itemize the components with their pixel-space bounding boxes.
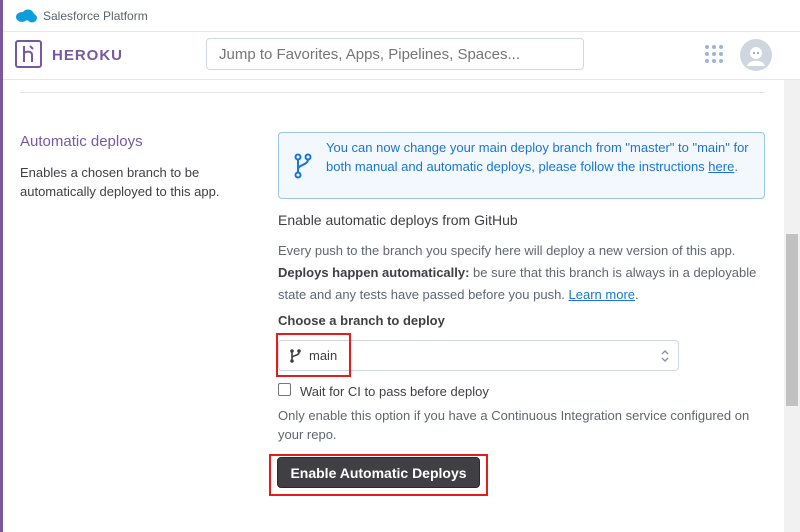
browser-frame: Salesforce Platform HEROKU Automatic dep… bbox=[0, 0, 800, 532]
select-arrows-icon bbox=[661, 350, 669, 362]
user-avatar-icon[interactable] bbox=[740, 39, 772, 71]
heroku-logo-icon[interactable] bbox=[15, 40, 42, 68]
info-banner-text: You can now change your main deploy bran… bbox=[326, 138, 756, 176]
main-content: Automatic deploys Enables a chosen branc… bbox=[3, 80, 784, 532]
github-heading: Enable automatic deploys from GitHub bbox=[278, 212, 518, 228]
learn-more-link[interactable]: Learn more bbox=[569, 287, 635, 302]
salesforce-title: Salesforce Platform bbox=[43, 8, 148, 23]
salesforce-cloud-icon bbox=[16, 9, 37, 22]
apps-grid-icon[interactable] bbox=[704, 44, 724, 64]
heroku-brand[interactable]: HEROKU bbox=[52, 47, 123, 64]
info-banner-message: You can now change your main deploy bran… bbox=[326, 140, 749, 174]
section-divider bbox=[20, 92, 765, 93]
info-banner: You can now change your main deploy bran… bbox=[278, 132, 765, 199]
branch-highlight bbox=[276, 333, 351, 377]
section-title: Automatic deploys bbox=[20, 133, 143, 150]
github-description: Every push to the branch you specify her… bbox=[278, 240, 768, 306]
ci-note: Only enable this option if you have a Co… bbox=[278, 408, 750, 442]
heroku-header: HEROKU bbox=[3, 32, 800, 80]
git-branch-icon bbox=[294, 153, 312, 179]
branch-label: Choose a branch to deploy bbox=[278, 313, 445, 328]
instructions-link[interactable]: here bbox=[708, 159, 734, 174]
enable-automatic-deploys-button[interactable]: Enable Automatic Deploys bbox=[277, 457, 480, 488]
github-bold-note: Deploys happen automatically: bbox=[278, 265, 470, 280]
wait-for-ci-checkbox[interactable] bbox=[278, 383, 291, 396]
scrollbar-thumb[interactable] bbox=[786, 234, 798, 406]
github-intro: Every push to the branch you specify her… bbox=[278, 243, 736, 258]
info-banner-period: . bbox=[734, 159, 738, 174]
learn-period: . bbox=[635, 287, 639, 302]
section-description: Enables a chosen branch to be automatica… bbox=[20, 165, 220, 199]
search-input[interactable] bbox=[206, 38, 584, 70]
wait-for-ci-label[interactable]: Wait for CI to pass before deploy bbox=[300, 384, 489, 399]
salesforce-bar: Salesforce Platform bbox=[3, 0, 800, 32]
